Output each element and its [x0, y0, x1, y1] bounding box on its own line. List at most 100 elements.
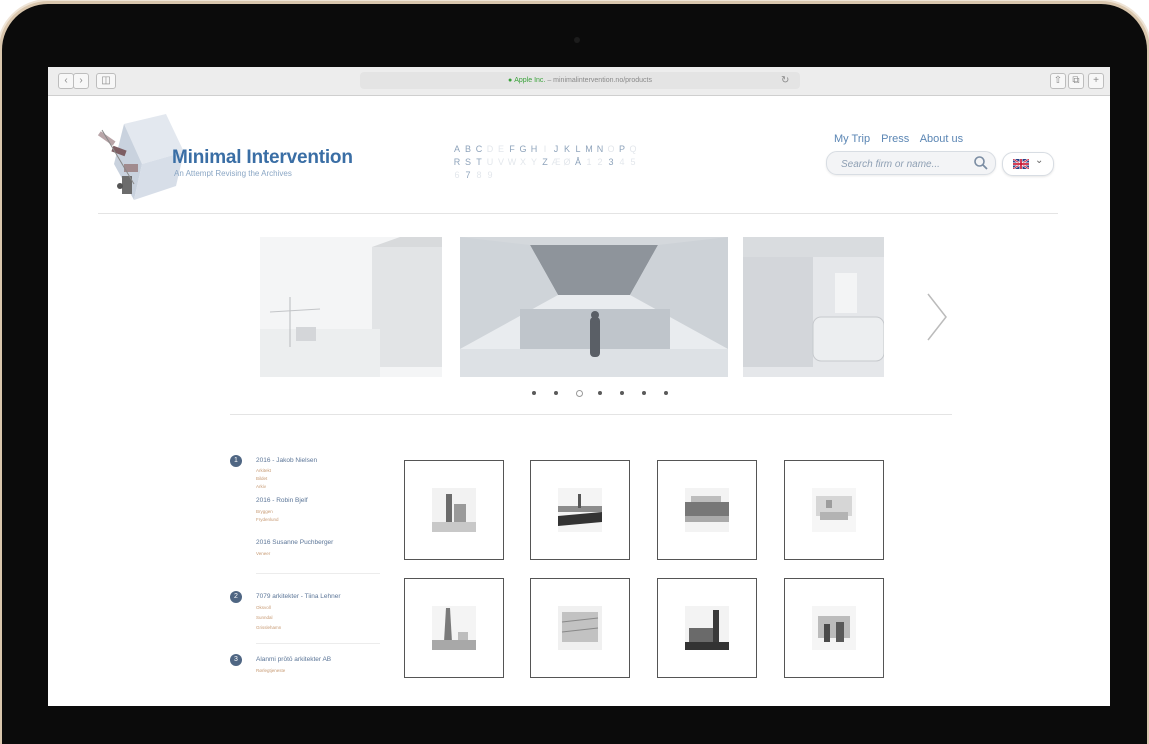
chevron-down-icon: ⌄ [1035, 155, 1044, 166]
nav-press[interactable]: Press [881, 133, 909, 145]
reload-icon[interactable]: ↻ [781, 72, 789, 89]
alphabet-letter: Q [629, 144, 638, 154]
alphabet-letter: 6 [454, 170, 461, 180]
list-item[interactable]: Alanmi prōtō arkitekter AB [256, 656, 331, 663]
language-selector[interactable]: ⌄ [1002, 152, 1054, 176]
alphabet-letter[interactable]: J [551, 143, 562, 156]
alphabet-letter: X [519, 157, 527, 167]
group-number-badge: 2 [230, 591, 242, 603]
alphabet-letter[interactable]: B [463, 143, 474, 156]
list-group: 1 2016 - Jakob Nielsen Arkitekt Bildet A… [230, 455, 380, 575]
alphabet-letter[interactable]: Z [540, 156, 551, 169]
carousel-slide-current[interactable] [460, 237, 728, 377]
product-thumbnail[interactable] [530, 460, 630, 560]
alphabet-letter[interactable]: G [518, 143, 529, 156]
search-input[interactable] [839, 155, 971, 173]
top-navigation: My Trip Press About us [834, 133, 971, 145]
product-thumbnail[interactable] [784, 578, 884, 678]
browser-toolbar: ‹ › ◫ ● Apple Inc. – minimalintervention.… [48, 67, 1110, 96]
group-divider [256, 573, 380, 574]
alphabet-letter[interactable]: Å [573, 156, 584, 169]
back-icon[interactable]: ‹ [58, 73, 74, 89]
list-item[interactable]: 7079 arkitekter - Tiina Lehner [256, 593, 341, 600]
uk-flag-icon [1013, 159, 1029, 169]
group-divider [256, 643, 380, 644]
product-thumbnail[interactable] [404, 578, 504, 678]
browser-window: ‹ › ◫ ● Apple Inc. – minimalintervention.… [48, 67, 1110, 706]
alphabet-letter[interactable]: 3 [606, 156, 617, 169]
alphabet-letter[interactable]: R [452, 156, 463, 169]
alphabet-letter[interactable]: K [562, 143, 573, 156]
thumbnail-image [432, 488, 476, 532]
carousel-dot[interactable] [598, 391, 602, 395]
logo-cube-icon[interactable] [94, 114, 184, 210]
forward-icon[interactable]: › [73, 73, 89, 89]
list-item-sub[interactable]: Arkiv [256, 484, 266, 489]
list-item-sub[interactable]: Rørlegtjeneste [256, 668, 285, 673]
alphabet-letter[interactable]: A [452, 143, 463, 156]
list-item-sub[interactable]: Frydenlund [256, 517, 279, 522]
alphabet-letter[interactable]: H [529, 143, 540, 156]
carousel-dot[interactable] [576, 390, 583, 397]
list-item-sub[interactable]: Arkitekt [256, 468, 271, 473]
alphabet-letter[interactable]: T [474, 156, 485, 169]
alphabet-index: ABCDEFGHIJKLMNOPQ RSTUVWXYZÆØÅ12345 6789 [452, 143, 752, 182]
alphabet-letter[interactable]: M [584, 143, 595, 156]
carousel-dot[interactable] [642, 391, 646, 395]
site-tagline: An Attempt Revising the Archives [174, 169, 292, 178]
alphabet-letter: O [607, 144, 616, 154]
product-thumbnail[interactable] [404, 460, 504, 560]
list-item[interactable]: 2016 - Jakob Nielsen [256, 457, 317, 464]
list-item[interactable]: 2016 - Robin Bjelf [256, 497, 308, 504]
product-thumbnail[interactable] [657, 578, 757, 678]
alphabet-letter[interactable]: N [595, 143, 606, 156]
address-bar[interactable]: ● Apple Inc. – minimalintervention.no/pro… [360, 72, 800, 89]
alphabet-row: ABCDEFGHIJKLMNOPQ [452, 143, 752, 156]
carousel-dot[interactable] [554, 391, 558, 395]
carousel-dot[interactable] [532, 391, 536, 395]
product-thumbnail[interactable] [784, 460, 884, 560]
list-item-sub[interactable]: Bildet [256, 476, 267, 481]
chevron-right-icon[interactable] [924, 292, 950, 342]
alphabet-letter[interactable]: S [463, 156, 474, 169]
thumbnail-image [685, 488, 729, 532]
product-thumbnail[interactable] [530, 578, 630, 678]
alphabet-letter: V [497, 157, 505, 167]
nav-my-trip[interactable]: My Trip [834, 133, 870, 145]
alphabet-letter[interactable]: F [507, 143, 518, 156]
carousel-slide-previous[interactable] [260, 237, 442, 377]
sidebar-icon[interactable]: ◫ [96, 73, 116, 89]
new-tab-icon[interactable]: + [1088, 73, 1104, 89]
list-item-sub[interactable]: Oksvoll [256, 605, 271, 610]
list-item[interactable]: 2016 Susanne Puchberger [256, 539, 333, 546]
list-item-sub[interactable]: Veneer [256, 551, 270, 556]
nav-about-us[interactable]: About us [920, 133, 963, 145]
carousel-dot[interactable] [620, 391, 624, 395]
carousel-slide-next[interactable] [743, 237, 884, 377]
alphabet-letter: 1 [586, 157, 593, 167]
alphabet-letter: 8 [476, 170, 483, 180]
search-box [826, 151, 996, 175]
search-icon[interactable] [973, 155, 989, 171]
tabs-icon[interactable]: ⧉ [1068, 73, 1084, 89]
alphabet-letter: 5 [630, 157, 637, 167]
alphabet-letter[interactable]: 7 [463, 169, 474, 182]
alphabet-letter[interactable]: C [474, 143, 485, 156]
share-icon[interactable]: ⇧ [1050, 73, 1066, 89]
alphabet-letter: E [497, 144, 505, 154]
url-text: minimalintervention.no/products [553, 77, 652, 84]
thumbnail-image [432, 606, 476, 650]
list-item-sub[interactable]: Bryggen [256, 509, 273, 514]
alphabet-letter[interactable]: P [617, 143, 628, 156]
group-number-badge: 1 [230, 455, 242, 467]
alphabet-letter[interactable]: L [573, 143, 584, 156]
camera [574, 37, 580, 43]
site-title[interactable]: Minimal Intervention [172, 147, 353, 169]
list-item-sub[interactable]: Grisslehamn [256, 625, 281, 630]
list-item-sub[interactable]: Sunndal [256, 615, 273, 620]
alphabet-letter: I [543, 144, 548, 154]
lock-icon: ● [508, 77, 513, 84]
carousel-dot[interactable] [664, 391, 668, 395]
product-thumbnail[interactable] [657, 460, 757, 560]
alphabet-letter: D [486, 144, 495, 154]
